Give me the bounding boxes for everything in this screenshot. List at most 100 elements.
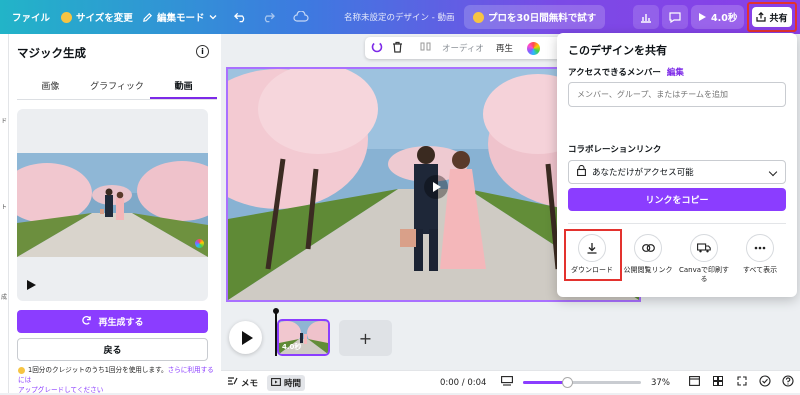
access-dropdown[interactable]: あなただけがアクセス可能 bbox=[568, 160, 786, 184]
copy-link-button[interactable]: リンクをコピー bbox=[568, 188, 786, 211]
document-title-text: 名称未設定のデザイン - 動画 bbox=[344, 13, 455, 23]
play-button[interactable]: 再生 bbox=[496, 37, 513, 59]
members-edit-link[interactable]: 編集 bbox=[667, 68, 684, 78]
generated-video-thumbnail bbox=[17, 153, 208, 257]
pro-trial-label: プロを30日間無料で試す bbox=[488, 13, 597, 24]
undo-button[interactable] bbox=[234, 0, 247, 34]
crown-icon bbox=[473, 11, 484, 23]
video-icon bbox=[271, 377, 281, 389]
color-button[interactable] bbox=[527, 37, 540, 59]
notes-button[interactable]: メモ bbox=[227, 371, 258, 394]
panel-title: マジック生成 bbox=[17, 46, 86, 60]
crown-icon bbox=[18, 366, 25, 374]
preview-duration: 4.0秒 bbox=[711, 13, 738, 24]
add-page-button[interactable]: + bbox=[339, 320, 392, 356]
share-panel-title: このデザインを共有 bbox=[568, 44, 667, 57]
download-highlight bbox=[564, 229, 622, 281]
notes-icon bbox=[227, 376, 238, 389]
tab-image[interactable]: 画像 bbox=[17, 78, 84, 99]
share-button[interactable]: 共有 bbox=[747, 2, 797, 32]
left-rail: ド ト 成 bbox=[0, 34, 9, 393]
bottom-bar: メモ 時間 0:00 / 0:04 37% bbox=[221, 370, 800, 393]
help-button[interactable] bbox=[782, 371, 794, 394]
tab-video[interactable]: 動画 bbox=[150, 78, 218, 99]
generated-video-preview[interactable] bbox=[17, 109, 208, 301]
pages-icon bbox=[689, 376, 700, 389]
preview-play-button[interactable]: 4.0秒 bbox=[691, 5, 745, 29]
share-icon bbox=[756, 12, 767, 22]
magic-edit-button[interactable] bbox=[371, 37, 383, 59]
see-all-label: すべて表示 bbox=[742, 266, 778, 274]
regenerate-button[interactable]: 再生成する bbox=[17, 310, 208, 333]
timeline-play-button[interactable] bbox=[229, 321, 262, 354]
timecode: 0:00 / 0:04 bbox=[440, 377, 487, 388]
members-heading: アクセスできるメンバー 編集 bbox=[568, 66, 684, 78]
page-view-button[interactable] bbox=[501, 371, 513, 394]
credit-text: 1回分のクレジットのうち1回分を使用します。 bbox=[28, 366, 168, 374]
clip-duration: 4.0秒 bbox=[282, 343, 302, 351]
chevron-down-icon bbox=[768, 167, 778, 177]
page-view-icon bbox=[501, 376, 513, 389]
edit-mode-dropdown[interactable]: 編集モード bbox=[142, 0, 217, 34]
grid-icon bbox=[713, 376, 723, 389]
divider bbox=[568, 223, 786, 224]
play-icon[interactable] bbox=[27, 280, 36, 290]
timeline-clip[interactable]: 4.0秒 bbox=[277, 319, 330, 356]
timer-label: 時間 bbox=[283, 378, 301, 389]
regenerate-label: 再生成する bbox=[98, 318, 144, 328]
public-link-option[interactable]: 公開閲覧リンク bbox=[620, 231, 676, 275]
copy-link-label: リンクをコピー bbox=[645, 196, 709, 206]
document-title[interactable]: 名称未設定のデザイン - 動画 bbox=[344, 0, 454, 34]
delete-button[interactable] bbox=[392, 37, 403, 59]
top-bar: ファイル サイズを変更 編集モード 名称未設定のデザイン - 動画 プロを30日… bbox=[0, 0, 800, 34]
check-button[interactable] bbox=[759, 371, 771, 394]
print-option[interactable]: Canvaで印刷する bbox=[676, 231, 732, 284]
split-button[interactable] bbox=[420, 37, 431, 59]
audio-button[interactable]: オーディオ bbox=[442, 37, 484, 59]
undo-icon bbox=[234, 11, 247, 23]
color-wheel-icon bbox=[195, 239, 204, 248]
refresh-icon bbox=[81, 315, 92, 329]
zoom-value[interactable]: 37% bbox=[651, 371, 670, 394]
tab-graphic[interactable]: グラフィック bbox=[84, 78, 151, 99]
check-circle-icon bbox=[759, 375, 771, 390]
magic-generate-panel: マジック生成 i 画像 グラフィック 動画 再生成する 戻る 1回分のクレジット… bbox=[9, 34, 221, 395]
add-members-input[interactable] bbox=[568, 82, 786, 107]
palette-icon bbox=[527, 41, 540, 55]
back-button[interactable]: 戻る bbox=[17, 338, 208, 361]
element-toolbar: オーディオ 再生 bbox=[365, 37, 585, 59]
members-label: アクセスできるメンバー bbox=[568, 68, 661, 78]
fullscreen-button[interactable] bbox=[737, 371, 747, 394]
canvas-play-button[interactable] bbox=[424, 175, 448, 199]
notes-label: メモ bbox=[241, 378, 259, 389]
magic-icon bbox=[371, 41, 383, 56]
share-label: 共有 bbox=[769, 13, 788, 24]
comments-button[interactable] bbox=[662, 5, 688, 29]
zoom-slider-handle[interactable] bbox=[562, 377, 573, 388]
file-menu[interactable]: ファイル bbox=[12, 0, 50, 34]
cloud-sync-button[interactable] bbox=[293, 0, 309, 34]
timer-button[interactable]: 時間 bbox=[267, 371, 305, 394]
truck-icon bbox=[690, 234, 718, 262]
see-all-option[interactable]: すべて表示 bbox=[732, 231, 788, 275]
resize-button[interactable]: サイズを変更 bbox=[61, 0, 133, 34]
pages-button[interactable] bbox=[689, 371, 700, 394]
pro-trial-button[interactable]: プロを30日間無料で試す bbox=[464, 5, 606, 29]
rail-mark: 成 bbox=[1, 294, 8, 301]
grid-view-button[interactable] bbox=[713, 371, 723, 394]
file-menu-label: ファイル bbox=[12, 13, 51, 24]
zoom-slider-fill bbox=[523, 381, 567, 384]
resize-label: サイズを変更 bbox=[76, 13, 133, 24]
media-type-tabs: 画像 グラフィック 動画 bbox=[17, 78, 218, 100]
print-label: Canvaで印刷する bbox=[678, 266, 730, 283]
redo-button[interactable] bbox=[262, 0, 275, 34]
pencil-icon bbox=[142, 12, 153, 23]
insights-button[interactable] bbox=[633, 5, 659, 29]
info-icon[interactable]: i bbox=[196, 45, 209, 58]
link-icon bbox=[634, 234, 662, 262]
credit-notice: 1回分のクレジットのうち1回分を使用します。さらに利用するには アップグレードし… bbox=[18, 365, 218, 395]
trash-icon bbox=[392, 41, 403, 56]
back-label: 戻る bbox=[103, 346, 122, 356]
edit-mode-label: 編集モード bbox=[157, 13, 205, 24]
chevron-down-icon bbox=[209, 13, 217, 21]
